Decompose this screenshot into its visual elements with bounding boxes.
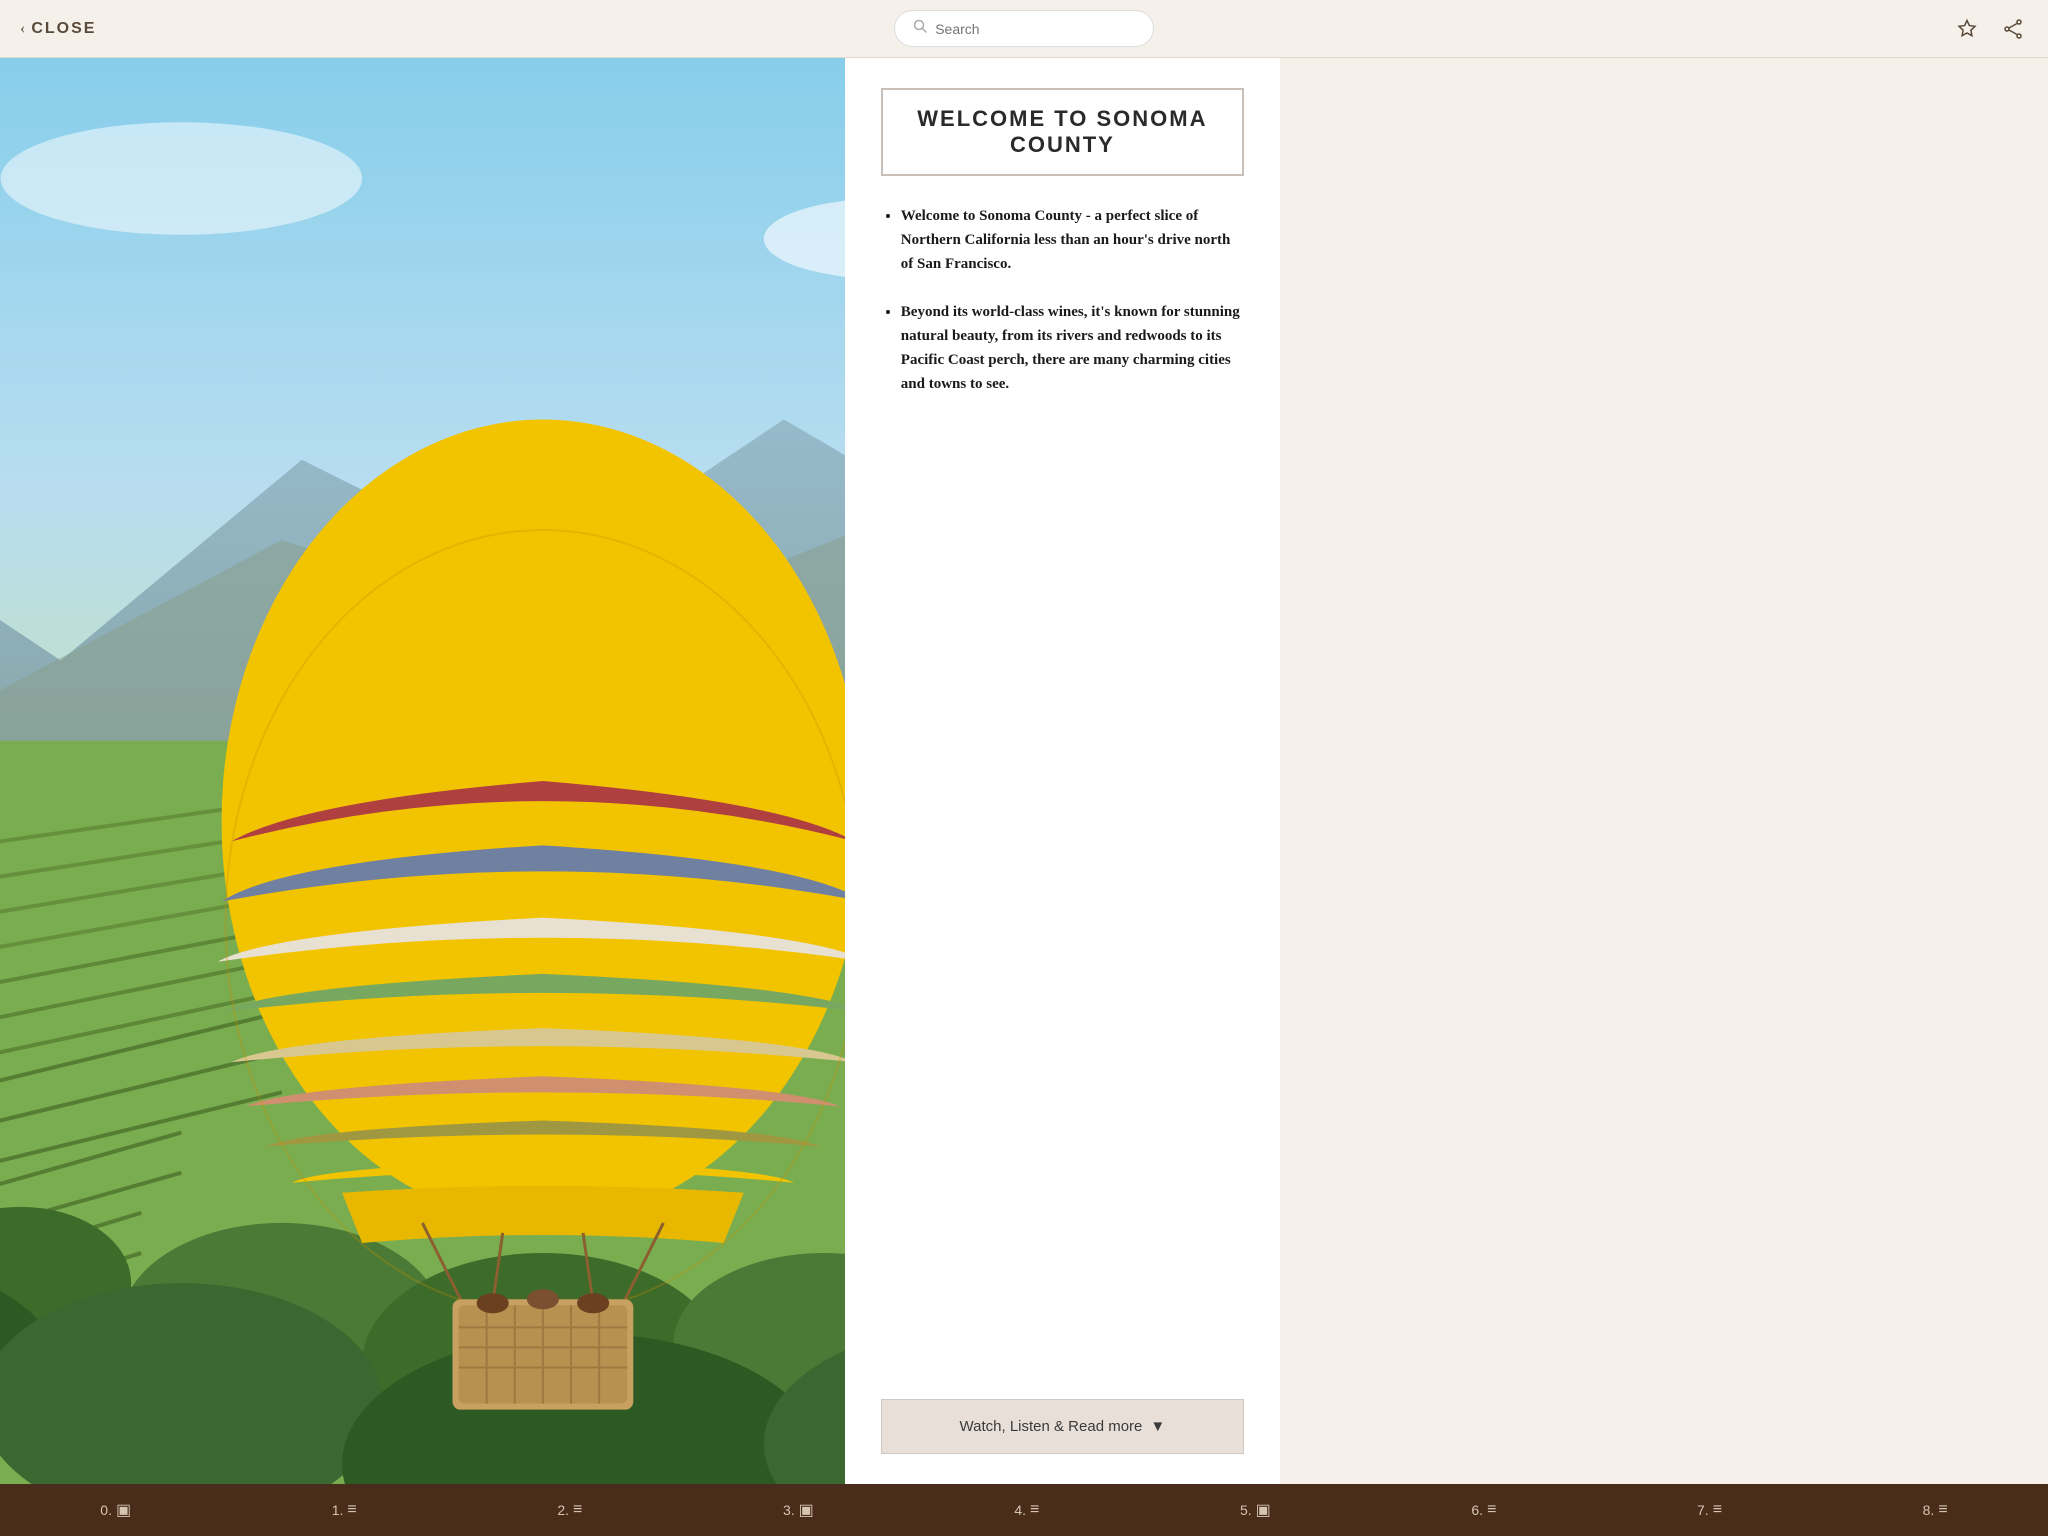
search-icon <box>913 19 927 38</box>
nav-icon-3: ▣ <box>799 1500 814 1520</box>
nav-item-1[interactable]: 1. ≡ <box>324 1497 365 1523</box>
nav-icon-2: ≡ <box>573 1501 582 1519</box>
bottom-navigation: 0. ▣ 1. ≡ 2. ≡ 3. ▣ 4. ≡ 5. ▣ 6. ≡ 7. ≡ … <box>0 1484 2048 1536</box>
chevron-left-icon: ‹ <box>20 20 25 38</box>
main-content: WELCOME TO SONOMA COUNTY Welcome to Sono… <box>0 0 1280 1536</box>
bookmark-button[interactable] <box>1952 14 1982 44</box>
title-box: WELCOME TO SONOMA COUNTY <box>881 88 1244 176</box>
nav-number-7: 7. <box>1697 1502 1709 1518</box>
bullet-item-1: Welcome to Sonoma County - a perfect sli… <box>901 204 1244 276</box>
nav-icon-6: ≡ <box>1487 1501 1496 1519</box>
nav-item-3[interactable]: 3. ▣ <box>775 1496 822 1524</box>
app-header: ‹ CLOSE <box>0 0 2048 58</box>
nav-icon-1: ≡ <box>347 1501 356 1519</box>
nav-icon-8: ≡ <box>1938 1501 1947 1519</box>
nav-icon-4: ≡ <box>1030 1501 1039 1519</box>
nav-number-2: 2. <box>557 1502 569 1518</box>
watch-listen-button[interactable]: Watch, Listen & Read more ▼ <box>881 1399 1244 1454</box>
nav-icon-5: ▣ <box>1256 1500 1271 1520</box>
nav-number-1: 1. <box>332 1502 344 1518</box>
dropdown-arrow-icon: ▼ <box>1150 1418 1165 1435</box>
bullet-item-2: Beyond its world-class wines, it's known… <box>901 300 1244 396</box>
watch-listen-label: Watch, Listen & Read more <box>960 1418 1143 1435</box>
nav-number-8: 8. <box>1923 1502 1935 1518</box>
nav-item-2[interactable]: 2. ≡ <box>549 1497 590 1523</box>
text-panel: WELCOME TO SONOMA COUNTY Welcome to Sono… <box>845 58 1280 1484</box>
nav-number-3: 3. <box>783 1502 795 1518</box>
nav-item-7[interactable]: 7. ≡ <box>1689 1497 1730 1523</box>
search-input[interactable] <box>935 21 1135 37</box>
nav-number-4: 4. <box>1014 1502 1026 1518</box>
header-actions <box>1952 14 2028 44</box>
nav-item-0[interactable]: 0. ▣ <box>92 1496 139 1524</box>
nav-item-4[interactable]: 4. ≡ <box>1006 1497 1047 1523</box>
close-button[interactable]: ‹ CLOSE <box>20 20 96 38</box>
nav-icon-0: ▣ <box>116 1500 131 1520</box>
nav-item-6[interactable]: 6. ≡ <box>1463 1497 1504 1523</box>
nav-number-5: 5. <box>1240 1502 1252 1518</box>
nav-icon-7: ≡ <box>1713 1501 1722 1519</box>
content-list: Welcome to Sonoma County - a perfect sli… <box>881 204 1244 1399</box>
nav-item-5[interactable]: 5. ▣ <box>1232 1496 1279 1524</box>
nav-item-8[interactable]: 8. ≡ <box>1915 1497 1956 1523</box>
nav-number-6: 6. <box>1471 1502 1483 1518</box>
close-label: CLOSE <box>31 20 96 38</box>
nav-number-0: 0. <box>100 1502 112 1518</box>
search-bar[interactable] <box>894 10 1154 47</box>
share-button[interactable] <box>1998 14 2028 44</box>
panel-title: WELCOME TO SONOMA COUNTY <box>907 106 1218 158</box>
image-panel <box>0 58 845 1484</box>
